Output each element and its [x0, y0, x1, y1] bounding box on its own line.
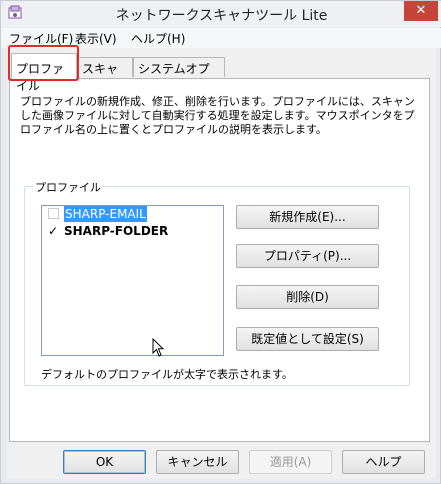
- profile-groupbox: プロファイル SHARP-EMAIL ✓ SHARP-FOLDER 新規作成(E…: [24, 179, 410, 386]
- close-button[interactable]: ✕: [404, 1, 438, 21]
- ok-button[interactable]: OK: [63, 450, 146, 474]
- profile-group-label: プロファイル: [33, 179, 103, 195]
- tab-highlight-box: [8, 45, 79, 81]
- tab-scanner[interactable]: スキャナ: [77, 57, 133, 93]
- profile-name: SHARP-EMAIL: [64, 206, 147, 222]
- help-button[interactable]: ヘルプ: [342, 450, 425, 474]
- profile-tab-page: プロファイルの新規作成、修正、削除を行います。プロファイルには、スキャンした画像…: [9, 78, 430, 442]
- profile-checkbox[interactable]: [48, 208, 59, 219]
- tab-system-options[interactable]: システムオプション: [133, 57, 225, 93]
- window-title: ネットワークスキャナツール Lite: [115, 8, 328, 24]
- profile-name: SHARP-FOLDER: [64, 224, 169, 238]
- new-profile-button[interactable]: 新規作成(E)...: [236, 205, 379, 229]
- set-default-button[interactable]: 既定値として設定(S): [236, 327, 379, 351]
- menu-view[interactable]: 表示(V): [73, 30, 119, 47]
- cancel-button[interactable]: キャンセル: [156, 450, 239, 474]
- delete-button[interactable]: 削除(D): [236, 285, 379, 309]
- menu-help[interactable]: ヘルプ(H): [129, 30, 187, 47]
- default-note: デフォルトのプロファイルが太字で表示されます。: [41, 368, 293, 381]
- mouse-pointer-icon: [152, 338, 165, 357]
- window-frame: ネットワークスキャナツール Lite ✕ ファイル(F) 表示(V) ヘルプ(H…: [0, 0, 441, 484]
- properties-button[interactable]: プロパティ(P)...: [236, 244, 379, 268]
- description-text: プロファイルの新規作成、修正、削除を行います。プロファイルには、スキャンした画像…: [20, 95, 415, 136]
- apply-button[interactable]: 適用(A): [249, 450, 332, 474]
- checkmark-icon[interactable]: ✓: [48, 223, 59, 239]
- title-bar[interactable]: ネットワークスキャナツール Lite ✕: [1, 1, 441, 27]
- profile-list[interactable]: SHARP-EMAIL ✓ SHARP-FOLDER: [41, 205, 224, 357]
